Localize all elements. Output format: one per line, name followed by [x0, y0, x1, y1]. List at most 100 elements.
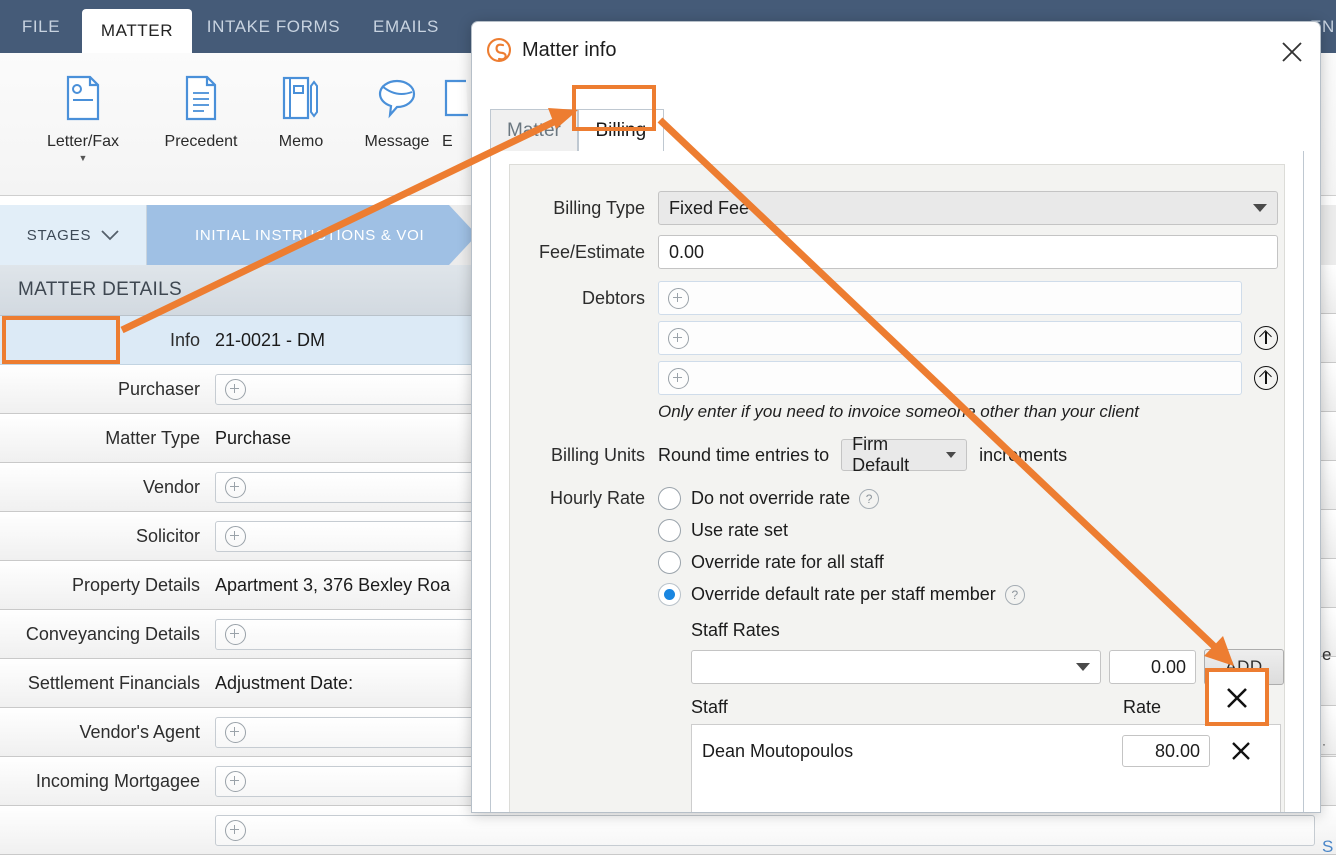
ribbon-tab-file[interactable]: FILE — [4, 0, 78, 53]
row-label-property-details: Property Details — [71, 574, 200, 595]
debtors-hint-row: Only enter if you need to invoice someon… — [510, 402, 1284, 422]
chevron-down-icon — [1075, 663, 1090, 671]
field-hourly-rate-option-2: Use rate set — [510, 519, 1284, 542]
row-label-conveyancing-details: Conveyancing Details — [25, 623, 200, 644]
field-hourly-rate-option-3: Override rate for all staff — [510, 551, 1284, 574]
billing-units-suffix: increments — [979, 444, 1068, 465]
radio-label-override-rate-all-staff: Override rate for all staff — [691, 552, 884, 572]
ribbon-button-precedent[interactable]: Precedent — [146, 67, 256, 151]
matter-detail-row-partial[interactable] — [0, 806, 1336, 855]
row-label-incoming-mortgagee: Incoming Mortgagee — [35, 770, 200, 791]
field-debtors-row-1: Debtors — [510, 281, 1284, 315]
field-debtors-row-2 — [510, 321, 1284, 355]
ribbon-button-message-label: Message — [364, 133, 430, 150]
plus-circle-icon — [225, 721, 246, 743]
dialog-title-bar: Matter info — [472, 22, 1320, 78]
letter-fax-icon — [28, 67, 138, 129]
row-label-info: Info — [169, 329, 200, 350]
radio-label-use-rate-set: Use rate set — [691, 520, 789, 540]
close-x-icon[interactable] — [1210, 741, 1272, 761]
arrow-up-circle-icon[interactable] — [1254, 366, 1278, 390]
debtor-input-3[interactable] — [658, 361, 1242, 395]
tab-matter-label: Matter — [507, 119, 561, 141]
billing-type-select[interactable]: Fixed Fee — [658, 191, 1278, 225]
debtors-hint: Only enter if you need to invoice someon… — [658, 402, 1140, 421]
field-billing-type: Billing Type Fixed Fee — [510, 191, 1284, 225]
row-label-vendors-agent: Vendor's Agent — [79, 721, 200, 742]
question-mark-icon[interactable]: ? — [1004, 584, 1025, 605]
debtor-input-1[interactable] — [658, 281, 1242, 315]
hourly-rate-label: Hourly Rate — [549, 488, 645, 508]
document-icon — [146, 67, 256, 129]
row-label-vendor: Vendor — [142, 476, 200, 497]
message-bubble-icon — [342, 67, 452, 129]
dialog-body: Billing Type Fixed Fee Fee/Estimate 0.00… — [490, 151, 1304, 812]
tab-billing-label: Billing — [595, 119, 647, 141]
ribbon-button-message[interactable]: Message — [342, 67, 452, 151]
radio-use-rate-set[interactable] — [658, 519, 681, 542]
billing-units-select[interactable]: Firm Default — [841, 434, 968, 475]
add-staff-rate-button[interactable]: ADD — [1204, 649, 1284, 685]
ribbon-button-memo[interactable]: Memo — [246, 67, 356, 151]
column-header-staff: Staff — [691, 697, 728, 717]
tab-billing[interactable]: Billing — [577, 109, 664, 151]
debtor-input-2[interactable] — [658, 321, 1242, 355]
billing-units-value: Firm Default — [852, 434, 910, 475]
chevron-down-icon[interactable]: ▼ — [28, 153, 138, 163]
ribbon-button-memo-label: Memo — [278, 133, 324, 150]
staff-rate-input[interactable]: 80.00 — [1122, 735, 1210, 767]
field-billing-units: Billing Units Round time entries to Firm… — [510, 434, 1284, 475]
close-icon[interactable] — [1276, 36, 1308, 68]
billing-units-prefix: Round time entries to — [658, 444, 830, 465]
matter-details-header-label: MATTER DETAILS — [18, 279, 182, 300]
bg-glyph-s: S — [1322, 837, 1334, 856]
staff-rates-column-headers: Staff Rate — [510, 697, 1284, 718]
ribbon-button-letter-fax-label: Letter/Fax — [46, 133, 120, 150]
add-partial-field[interactable] — [215, 814, 1315, 846]
radio-do-not-override-rate[interactable] — [658, 487, 681, 510]
plus-circle-icon — [668, 287, 689, 309]
ribbon-tab-matter-label: MATTER — [100, 21, 174, 40]
matter-info-dialog: Matter info Matter Billing Billing Type … — [471, 21, 1321, 813]
arrow-up-circle-icon[interactable] — [1254, 326, 1278, 350]
radio-override-rate-all-staff[interactable] — [658, 551, 681, 574]
ribbon-tab-intake-forms-label: INTAKE FORMS — [206, 16, 341, 36]
chevron-down-icon — [946, 452, 957, 458]
fee-estimate-label: Fee/Estimate — [538, 241, 645, 262]
dialog-tab-strip: Matter Billing — [490, 108, 1302, 152]
field-debtors-row-3 — [510, 361, 1284, 395]
tab-matter[interactable]: Matter — [490, 109, 578, 151]
radio-label-override-rate-per-staff: Override default rate per staff member — [691, 584, 996, 604]
ribbon-tab-emails[interactable]: EMAILS — [356, 0, 456, 53]
staff-rates-section-header: Staff Rates — [510, 620, 1284, 641]
new-rate-input[interactable]: 0.00 — [1108, 650, 1196, 684]
ribbon-tab-matter[interactable]: MATTER — [82, 9, 192, 53]
stage-current-label: INITIAL INSTRUCTIONS & VOI — [195, 226, 425, 244]
ribbon-button-precedent-label: Precedent — [164, 133, 238, 150]
bg-glyph-e: e — [1322, 645, 1332, 664]
field-fee-estimate: Fee/Estimate 0.00 — [510, 235, 1284, 269]
ribbon-tab-intake-forms[interactable]: INTAKE FORMS — [196, 0, 351, 53]
staff-name: Dean Moutopoulos — [702, 740, 854, 761]
billing-type-value: Fixed Fee — [669, 197, 750, 218]
stage-current[interactable]: INITIAL INSTRUCTIONS & VOI — [147, 205, 477, 265]
staff-select[interactable] — [691, 650, 1101, 684]
field-hourly-rate-option-4: Override default rate per staff member ? — [510, 583, 1284, 606]
row-label-settlement-financials: Settlement Financials — [27, 672, 200, 693]
memo-icon — [246, 67, 356, 129]
fee-estimate-value: 0.00 — [669, 241, 705, 262]
plus-circle-icon — [225, 476, 246, 498]
staff-rates-add-row: 0.00 ADD — [510, 649, 1284, 685]
radio-override-rate-per-staff[interactable] — [658, 583, 681, 606]
question-mark-icon[interactable]: ? — [859, 488, 880, 509]
fee-estimate-input[interactable]: 0.00 — [658, 235, 1278, 269]
plus-circle-icon — [225, 819, 246, 841]
debtors-label: Debtors — [581, 287, 645, 308]
stages-button-label: STAGES — [26, 226, 92, 244]
plus-circle-icon — [225, 770, 246, 792]
table-row[interactable]: Dean Moutopoulos 80.00 — [692, 725, 1280, 777]
ribbon-button-letter-fax[interactable]: Letter/Fax ▼ — [28, 67, 138, 163]
stages-dropdown-button[interactable]: STAGES — [0, 205, 147, 265]
row-label-solicitor: Solicitor — [135, 525, 200, 546]
billing-form-panel: Billing Type Fixed Fee Fee/Estimate 0.00… — [509, 164, 1285, 812]
